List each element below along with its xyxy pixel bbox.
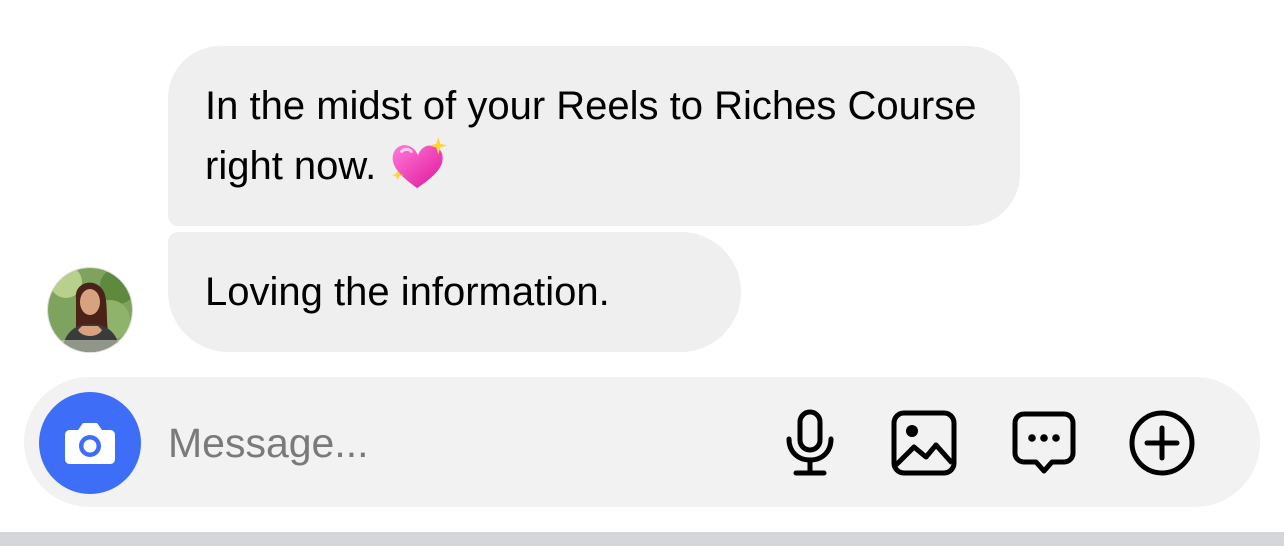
chat-screen: In the midst of your Reels to Riches Cou… [0,0,1284,546]
gallery-button[interactable] [888,407,960,479]
sticker-button[interactable] [1008,407,1080,479]
message-bubble[interactable]: Loving the information. [168,232,741,352]
microphone-icon [786,409,834,476]
avatar-photo [48,268,132,352]
bottom-divider [0,532,1284,546]
avatar[interactable] [48,268,132,352]
add-icon [1129,410,1195,476]
message-composer [24,377,1260,507]
add-button[interactable] [1126,407,1198,479]
microphone-button[interactable] [774,407,846,479]
sticker-icon [1012,411,1076,474]
sparkling-heart-icon [392,136,448,189]
message-bubble[interactable]: In the midst of your Reels to Riches Cou… [168,46,1020,226]
message-text: In the midst of your Reels to Riches Cou… [205,77,984,195]
message-text: Loving the information. [205,270,610,314]
camera-icon [65,423,115,464]
gallery-icon [891,410,957,476]
message-input[interactable] [168,413,728,473]
camera-button[interactable] [39,392,141,494]
